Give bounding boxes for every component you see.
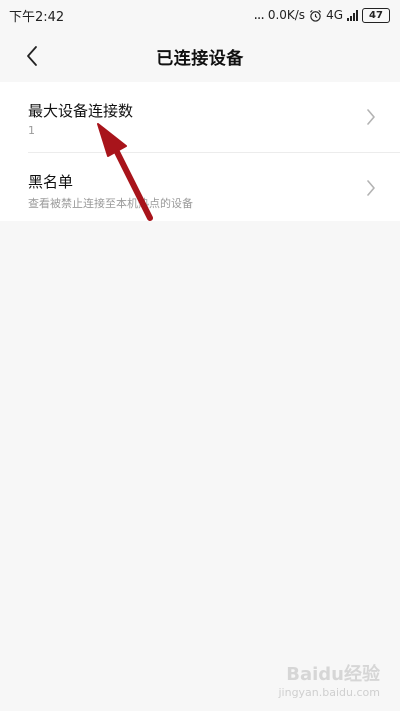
watermark-brand: Baidu经验	[286, 664, 380, 686]
status-time: 下午2:42	[9, 9, 65, 25]
watermark-url: jingyan.baidu.com	[278, 685, 380, 699]
blacklist-description: 查看被禁止连接至本机热点的设备	[28, 197, 193, 210]
chevron-right-icon	[367, 180, 375, 196]
back-button[interactable]	[18, 42, 46, 70]
settings-list: 最大设备连接数 1 黑名单 查看被禁止连接至本机热点的设备	[0, 82, 400, 221]
battery-icon: 47	[362, 7, 390, 23]
page-title: 已连接设备	[156, 48, 244, 69]
watermark: Baidu经验 jingyan.baidu.com	[278, 664, 380, 699]
notification-dots: ...	[253, 7, 264, 23]
network-type: 4G	[326, 8, 343, 22]
blacklist-item[interactable]: 黑名单 查看被禁止连接至本机热点的设备	[0, 153, 400, 221]
status-icons: ... 0.0K/s 4G 47	[253, 7, 400, 23]
max-connections-item[interactable]: 最大设备连接数 1	[0, 82, 400, 152]
max-connections-value: 1	[28, 124, 35, 137]
signal-icon	[347, 9, 358, 21]
network-speed: 0.0K/s	[267, 8, 306, 22]
max-connections-label: 最大设备连接数	[28, 102, 134, 120]
chevron-left-icon	[27, 46, 37, 66]
blacklist-label: 黑名单	[28, 173, 74, 191]
alarm-icon	[309, 9, 322, 22]
status-bar: 下午2:42 ... 0.0K/s 4G 47	[0, 0, 400, 30]
page-header: 已连接设备	[0, 30, 400, 82]
chevron-right-icon	[367, 109, 375, 125]
